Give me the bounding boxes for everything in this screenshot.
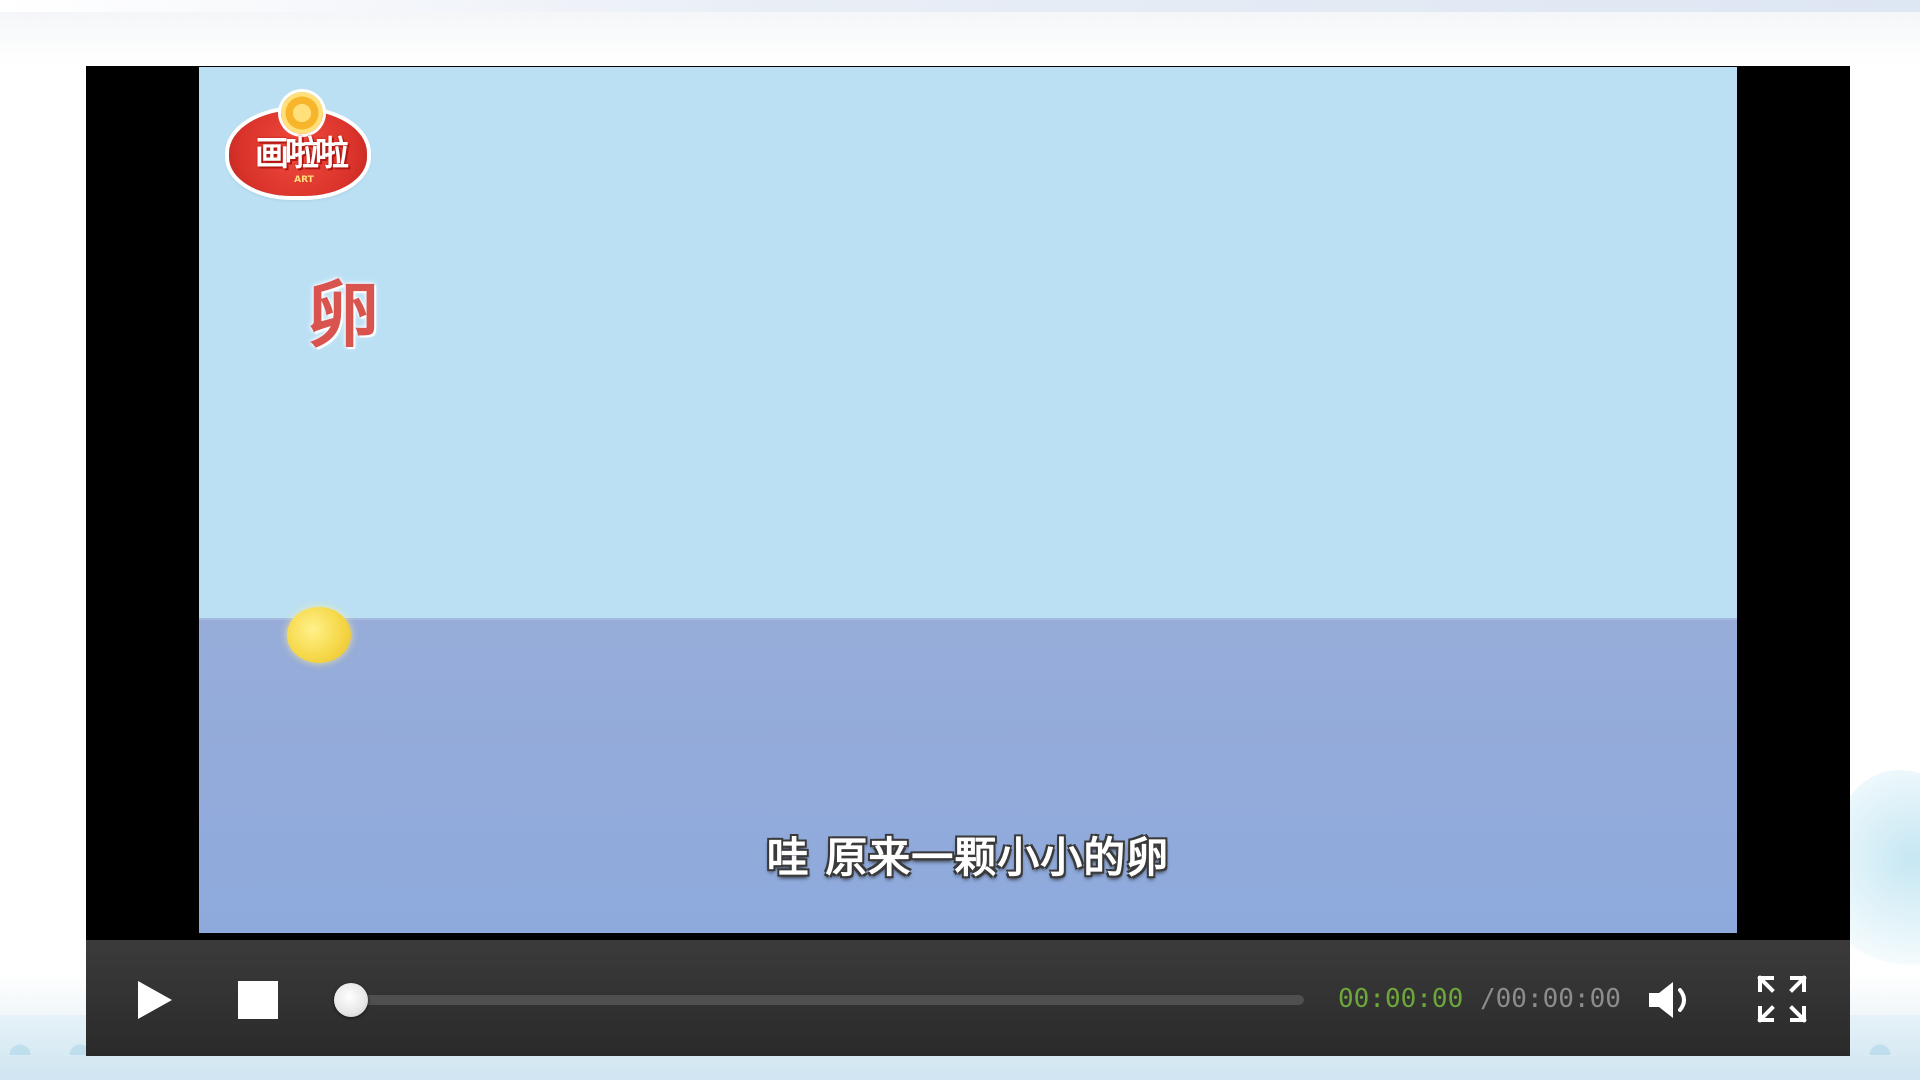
video-title-character: 卵 <box>306 273 379 357</box>
wave-corner-decoration <box>1840 770 1920 990</box>
stop-button[interactable] <box>236 980 280 1020</box>
volume-icon <box>1649 982 1686 1018</box>
play-icon <box>138 981 172 1019</box>
page-top-strip <box>0 0 1920 12</box>
fullscreen-button[interactable] <box>1756 974 1808 1024</box>
logo-swirl-icon <box>281 92 323 134</box>
play-button[interactable] <box>132 978 176 1022</box>
channel-logo: 画啦啦 ART <box>229 92 369 202</box>
egg-illustration <box>287 607 351 663</box>
progress-bar[interactable] <box>334 983 1304 1017</box>
sky-background <box>199 67 1737 620</box>
current-time: 00:00:00 <box>1338 984 1464 1014</box>
total-time: /00:00:00 <box>1480 984 1621 1014</box>
logo-subtext: ART <box>294 175 314 185</box>
fullscreen-icon <box>1757 975 1807 1023</box>
video-frame[interactable]: 画啦啦 ART 卵 哇 原来一颗小小的卵 <box>199 67 1737 933</box>
video-subtitle: 哇 原来一颗小小的卵 <box>766 833 1170 882</box>
logo-text: 画啦啦 <box>255 134 349 174</box>
player-control-bar: 00:00:00 /00:00:00 <box>86 940 1850 1056</box>
progress-knob[interactable] <box>334 983 368 1017</box>
video-player: 画啦啦 ART 卵 哇 原来一颗小小的卵 00:00:00 /00:00:00 <box>86 66 1850 1056</box>
stop-icon <box>238 981 278 1019</box>
progress-track <box>334 995 1304 1005</box>
volume-button[interactable] <box>1646 978 1696 1022</box>
